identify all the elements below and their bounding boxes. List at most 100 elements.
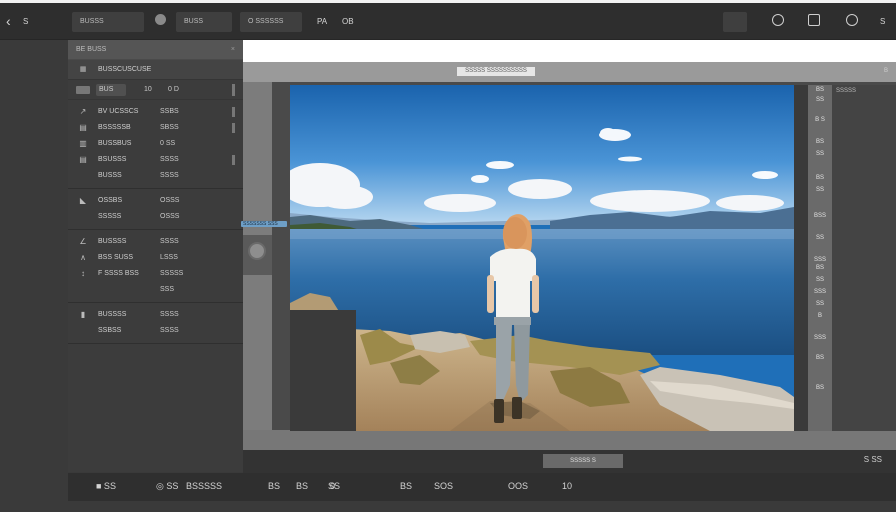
pa-label[interactable]: PA <box>317 12 327 32</box>
bottom-right-label[interactable]: S SS <box>864 455 882 464</box>
right-strip-label: BSS <box>813 213 826 219</box>
panel-list-row[interactable]: ▥ BUSSBUS 0 SS <box>68 136 243 152</box>
right-strip-label: BS <box>815 265 824 271</box>
panel-list-row[interactable]: ▤ BSUSSS SSSS <box>68 152 243 168</box>
row-scroll-mark[interactable] <box>232 123 235 133</box>
photo-canvas[interactable] <box>290 85 794 431</box>
record-dot-icon[interactable] <box>155 14 166 25</box>
footer-item[interactable]: BSSSSS <box>186 481 222 491</box>
menu-s-right[interactable]: S <box>880 12 885 32</box>
layer-icon: ▦ <box>79 66 87 73</box>
right-strip-label: B S <box>815 117 825 123</box>
right-strip-label: SS <box>815 151 824 157</box>
right-strip-label: SS <box>815 187 824 193</box>
panel-row-controls: BUS 10 0 D <box>68 80 243 100</box>
panel-list-row[interactable]: SSS <box>68 282 243 298</box>
window-bottom <box>0 501 896 512</box>
panel-list-row[interactable]: ↕ F SSSS BSS SSSSS <box>68 266 243 282</box>
panel-row-main[interactable]: ▦ BUSSCUSCUSE <box>68 60 243 80</box>
toggle-control[interactable] <box>76 86 90 94</box>
toolbar-pill-1[interactable]: BUSSS <box>72 12 144 32</box>
clock-icon[interactable] <box>772 14 784 26</box>
right-strip-label: BS <box>815 87 824 93</box>
toolbar-slider-button[interactable] <box>723 12 747 32</box>
panel-header-label: BE BUSS <box>76 46 107 53</box>
row-label: BV UCSSCS <box>98 108 139 115</box>
panel-list-row[interactable]: BUSSS SSSS <box>68 168 243 184</box>
panel-list-row[interactable]: ↗ BV UCSSCS SSBS <box>68 104 243 120</box>
panel-scroll-mark[interactable] <box>232 84 235 96</box>
canvas-left-handle <box>243 235 272 275</box>
panel-list-row[interactable]: ∠ BUSSSS SSSS <box>68 234 243 250</box>
document-bar-right: B <box>883 68 888 74</box>
zoom-control[interactable]: SSSSS S <box>543 454 623 468</box>
row-icon: ↗ <box>79 107 87 116</box>
row-value: LSSS <box>160 254 178 261</box>
row-label: BSSSSSB <box>98 124 131 131</box>
properties-panel: BE BUSS × ▦ BUSSCUSCUSE BUS 10 0 D ↗ BV U… <box>68 40 243 472</box>
footer-toolbar: ■ SS ◎ SS BSSSSS BS BS SS 0 BS SOS OOS 10 <box>68 473 896 501</box>
canvas-top-whitebar <box>243 40 896 62</box>
row-scroll-mark[interactable] <box>232 107 235 117</box>
footer-item[interactable]: SOS <box>434 481 453 491</box>
panel-list-row[interactable]: SSSSS OSSS <box>68 209 243 225</box>
row-label: BSS SUSS <box>98 254 134 261</box>
row-icon: ▥ <box>79 139 87 148</box>
panel-list-row[interactable]: ▤ BSSSSSB SBSS <box>68 120 243 136</box>
panel-group: ↗ BV UCSSCS SSBS ▤ BSSSSSB SBSS ▥ BUSSBUS 0 SS ▤ B… <box>68 100 243 189</box>
panel-list-row[interactable]: SSBSS SSSS <box>68 323 243 339</box>
row-icon: ◣ <box>79 196 87 205</box>
footer-item[interactable]: OOS <box>508 481 528 491</box>
footer-item[interactable]: BS <box>296 481 308 491</box>
row-label: BUSSBUS <box>98 140 132 147</box>
row-value: SSSSS <box>160 270 184 277</box>
row-label: BUSSSS <box>98 238 127 245</box>
settings-circle-icon[interactable] <box>846 14 858 26</box>
toolbar-pill-3[interactable]: O SSSSSS <box>240 12 302 32</box>
panel-close-icon[interactable]: × <box>231 40 235 60</box>
right-strip-label: SS <box>815 301 824 307</box>
toolbar-pill-2[interactable]: BUSS <box>176 12 232 32</box>
canvas-bottom-margin <box>243 430 896 450</box>
footer-item[interactable]: 10 <box>562 481 572 491</box>
canvas-bottom-row: SSSSS S S SS <box>243 450 896 473</box>
row-value: 0 SS <box>160 140 176 147</box>
panel-list-row[interactable]: ▮ BUSSSS SSSS <box>68 307 243 323</box>
row-label: OSSBS <box>98 197 123 204</box>
panel-row-main-label: BUSSCUSCUSE <box>98 66 152 73</box>
right-properties-strip: BS SS B S BS SS BS SS BSS SS SSS BS SS SSS SS B SSS BS BS <box>808 85 832 431</box>
right-strip-label: BS <box>815 175 824 181</box>
panel-list-row[interactable]: ◣ OSSBS OSSS <box>68 193 243 209</box>
row-value: OSSS <box>160 213 180 220</box>
window-top-strip <box>0 0 896 3</box>
left-gutter <box>0 40 68 512</box>
ob-label[interactable]: OB <box>342 12 354 32</box>
row-scroll-mark[interactable] <box>232 155 235 165</box>
right-strip-label: SSS <box>813 289 826 295</box>
row-value: SSSS <box>160 327 179 334</box>
footer-item[interactable]: BS <box>400 481 412 491</box>
right-strip-label: SS <box>815 235 824 241</box>
footer-item[interactable]: ■ SS <box>96 481 116 491</box>
panel-list-row[interactable]: ∧ BSS SUSS LSSS <box>68 250 243 266</box>
panel-chip[interactable]: BUS <box>96 84 126 96</box>
camera-icon[interactable] <box>808 14 820 26</box>
row-icon: ▤ <box>79 123 87 132</box>
menu-s-label[interactable]: S <box>23 12 28 32</box>
panel-group: ◣ OSSBS OSSS SSSSS OSSS <box>68 189 243 230</box>
document-title: SSSSS SSSSSSSSSS <box>457 67 535 76</box>
row-label: SSSSS <box>98 213 122 220</box>
row-icon: ▤ <box>79 155 87 164</box>
right-strip-label: BS <box>815 139 824 145</box>
rotate-knob-icon[interactable] <box>248 242 266 260</box>
right-strip-label: SSS <box>813 335 826 341</box>
footer-item[interactable]: ◎ SS <box>156 481 178 492</box>
footer-item[interactable]: 0 <box>330 481 335 491</box>
row-label: BUSSS <box>98 172 122 179</box>
row-label: SSBSS <box>98 327 122 334</box>
right-strip-label: SS <box>815 97 824 103</box>
landscape-photo <box>290 85 794 431</box>
right-panel-header: SSSSS <box>836 88 857 94</box>
footer-item[interactable]: BS <box>268 481 280 491</box>
back-chevron-icon[interactable]: ‹ <box>6 12 11 32</box>
